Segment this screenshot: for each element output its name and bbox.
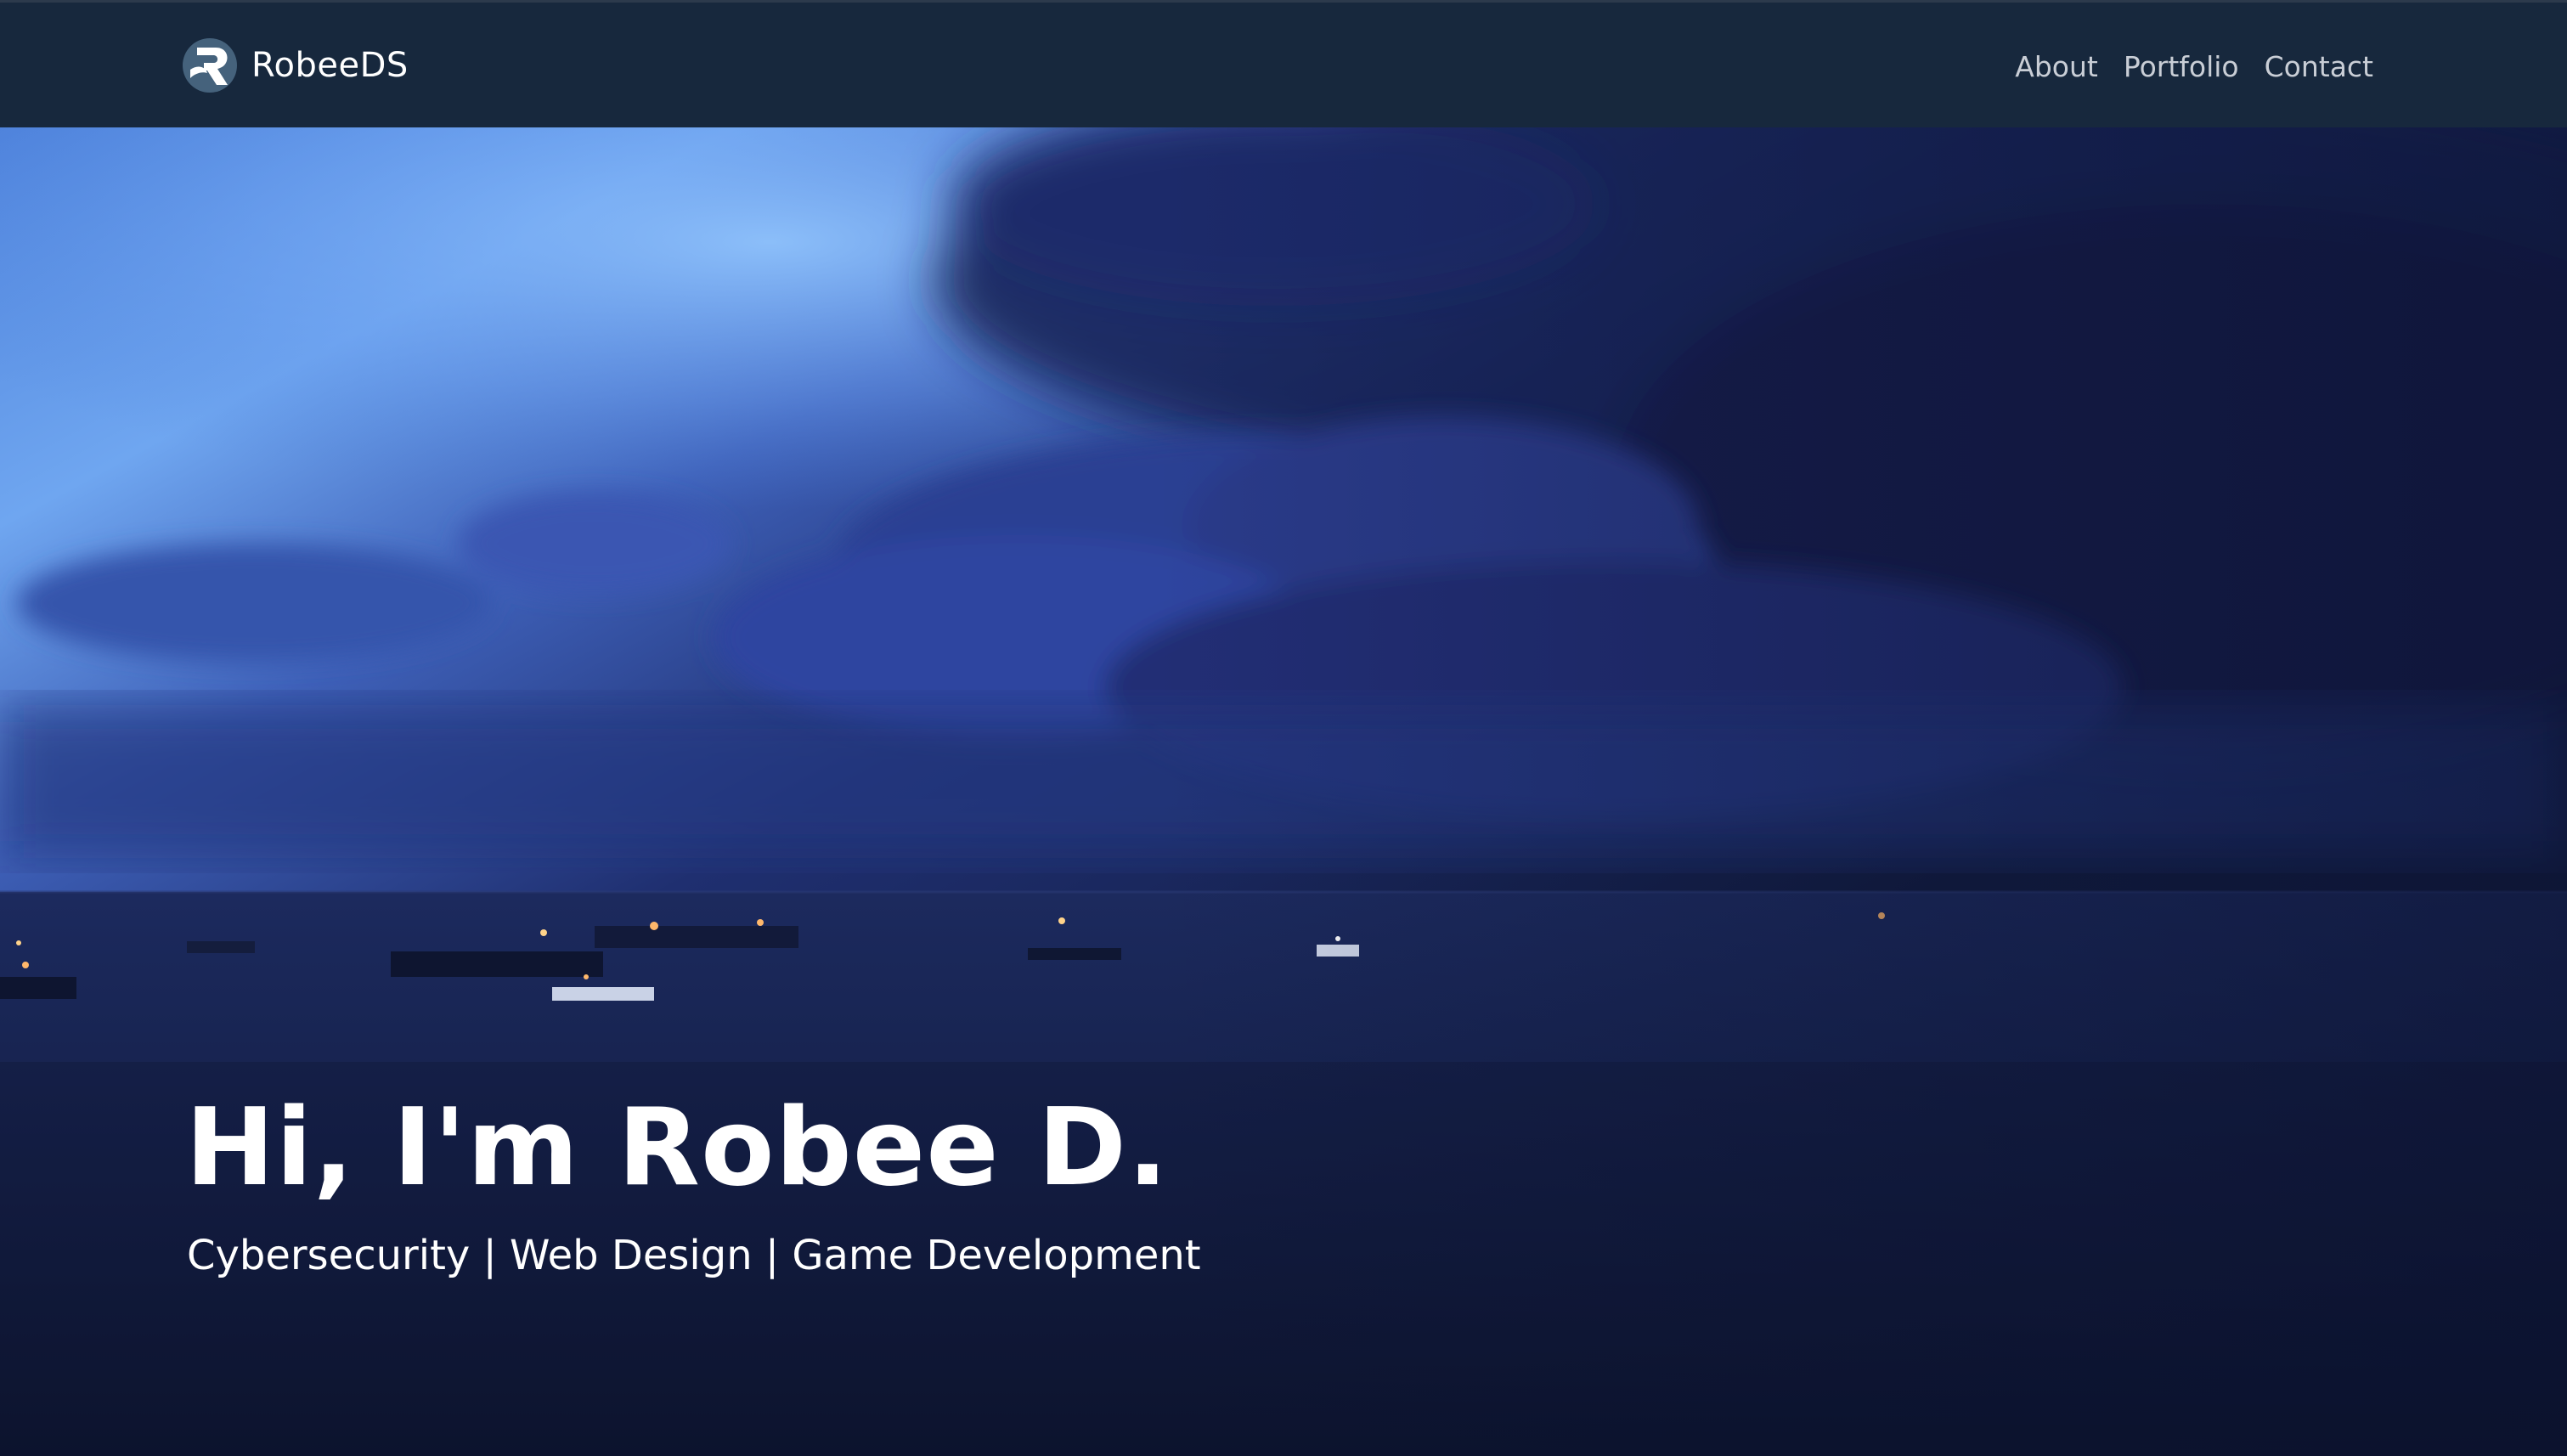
nav-link-portfolio[interactable]: Portfolio: [2124, 50, 2239, 83]
robee-r-logo-icon: [183, 38, 237, 93]
nav-link-contact[interactable]: Contact: [2265, 50, 2373, 83]
top-navbar: RobeeDS About Portfolio Contact: [0, 0, 2567, 127]
hero-subtitle: Cybersecurity | Web Design | Game Develo…: [187, 1232, 1201, 1279]
hero-section: Hi, I'm Robee D. Cybersecurity | Web Des…: [0, 127, 2567, 1456]
portfolio-page: RobeeDS About Portfolio Contact Hi, I'm …: [0, 0, 2567, 1456]
nav-link-about[interactable]: About: [2015, 50, 2098, 83]
main-nav: About Portfolio Contact: [2015, 3, 2373, 130]
hero-title: Hi, I'm Robee D.: [185, 1085, 1169, 1210]
brand-home-link[interactable]: RobeeDS: [182, 37, 409, 94]
brand-name: RobeeDS: [251, 46, 409, 85]
